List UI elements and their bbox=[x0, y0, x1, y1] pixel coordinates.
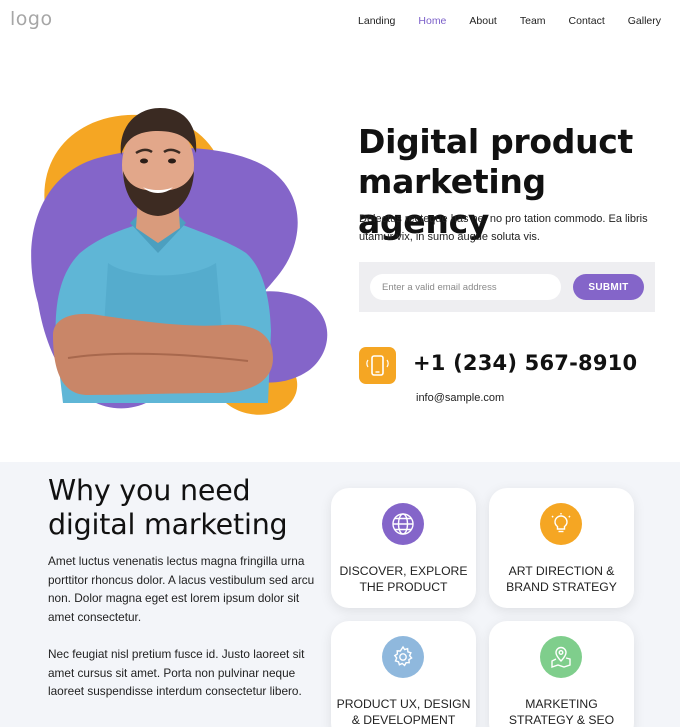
card-label: MARKETING STRATEGY & SEO bbox=[489, 697, 634, 727]
service-card-art-direction[interactable]: ART DIRECTION & BRAND STRATEGY bbox=[489, 488, 634, 608]
phone-number[interactable]: +1 (234) 567-8910 bbox=[413, 351, 637, 375]
why-paragraph-2: Nec feugiat nisl pretium fusce id. Justo… bbox=[48, 647, 305, 699]
person-eye-left bbox=[140, 158, 148, 164]
lightbulb-icon bbox=[540, 503, 582, 545]
nav-item-landing[interactable]: Landing bbox=[358, 15, 395, 27]
card-label: DISCOVER, EXPLORE THE PRODUCT bbox=[331, 564, 476, 595]
service-card-marketing[interactable]: MARKETING STRATEGY & SEO bbox=[489, 621, 634, 727]
why-paragraph-1: Amet luctus venenatis lectus magna fring… bbox=[48, 554, 315, 625]
card-label-line1: PRODUCT UX, DESIGN bbox=[336, 697, 471, 711]
card-label: ART DIRECTION & BRAND STRATEGY bbox=[489, 564, 634, 595]
email-input[interactable] bbox=[370, 274, 561, 300]
gear-icon bbox=[382, 636, 424, 678]
service-card-discover[interactable]: DISCOVER, EXPLORE THE PRODUCT bbox=[331, 488, 476, 608]
nav-item-team[interactable]: Team bbox=[520, 15, 546, 27]
nav-menu: Landing Home About Team Contact Gallery bbox=[335, 15, 661, 27]
hero-illustration bbox=[31, 108, 328, 415]
why-title: Why you need digital marketing bbox=[48, 474, 328, 542]
why-title-line1: Why you need bbox=[48, 474, 251, 507]
map-pin-icon bbox=[540, 636, 582, 678]
globe-icon bbox=[382, 503, 424, 545]
hero-subtitle: Delectus recteque has ne, no pro tation … bbox=[359, 213, 648, 243]
submit-button[interactable]: SUBMIT bbox=[573, 274, 644, 300]
service-card-product-ux[interactable]: PRODUCT UX, DESIGN & DEVELOPMENT bbox=[331, 621, 476, 727]
logo[interactable]: logo bbox=[10, 8, 53, 30]
phone-icon bbox=[359, 347, 396, 384]
card-label-line2: BRAND STRATEGY bbox=[506, 579, 617, 594]
card-label-line1: MARKETING bbox=[525, 697, 598, 711]
hero-title-line1: Digital product bbox=[358, 122, 634, 161]
contact-email[interactable]: info@sample.com bbox=[416, 392, 504, 404]
nav-item-about[interactable]: About bbox=[469, 15, 496, 27]
nav-item-gallery[interactable]: Gallery bbox=[628, 15, 661, 27]
top-navigation: logo Landing Home About Team Contact Gal… bbox=[0, 0, 680, 44]
card-label-line1: ART DIRECTION & bbox=[508, 564, 615, 578]
card-label-line2: THE PRODUCT bbox=[359, 579, 448, 594]
card-label-line2: & DEVELOPMENT bbox=[351, 712, 456, 727]
nav-item-contact[interactable]: Contact bbox=[569, 15, 605, 27]
card-label-line1: DISCOVER, EXPLORE bbox=[339, 564, 468, 578]
subscribe-form: SUBMIT bbox=[359, 262, 655, 312]
card-label-line2: STRATEGY & SEO bbox=[508, 712, 615, 727]
person-eye-right bbox=[168, 158, 176, 164]
nav-item-home[interactable]: Home bbox=[418, 15, 446, 27]
why-title-line2: digital marketing bbox=[48, 508, 288, 541]
card-label: PRODUCT UX, DESIGN & DEVELOPMENT bbox=[331, 697, 476, 727]
